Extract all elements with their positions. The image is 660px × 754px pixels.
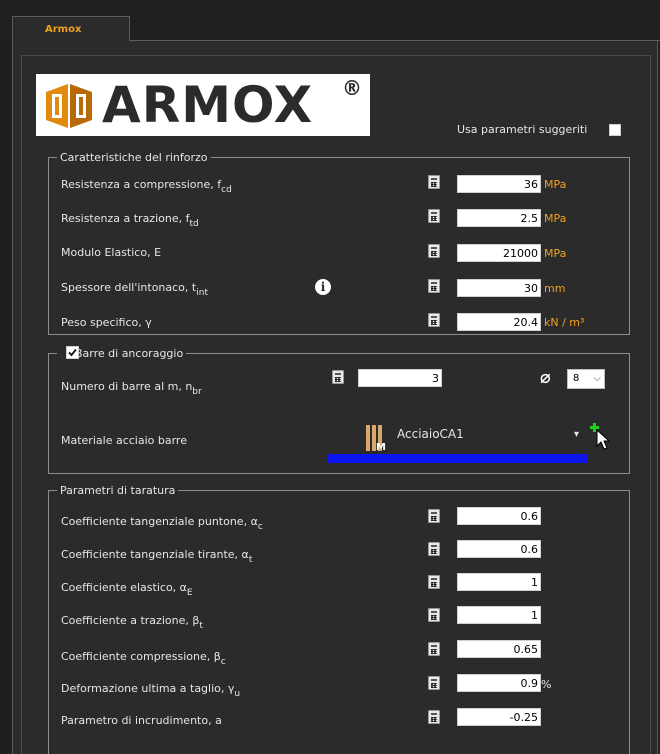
calculator-icon[interactable]	[428, 676, 440, 690]
calculator-icon[interactable]	[428, 710, 440, 724]
label-beta-t: Coefficiente a trazione, βt	[61, 614, 203, 631]
label-alpha-t: Coefficiente tangenziale tirante, αt	[61, 548, 253, 565]
material-icon-letter: M	[376, 442, 386, 451]
logo-mark-icon	[46, 84, 92, 128]
diameter-select[interactable]: 8 ⌵	[567, 369, 605, 389]
input-incrudimento[interactable]: -0.25	[457, 708, 541, 726]
unit-ftd: MPa	[544, 212, 567, 225]
tab-armox-label: Armox	[45, 24, 82, 35]
add-material-cursor-icon[interactable]	[589, 422, 613, 450]
logo-text: ARMOX	[102, 76, 314, 134]
calculator-icon[interactable]	[428, 509, 440, 523]
input-spessore[interactable]: 30	[457, 279, 541, 297]
unit-spessore: mm	[544, 282, 566, 295]
diameter-icon: ⌀	[540, 367, 551, 388]
label-numero-barre: Numero di barre al m, nbr	[61, 380, 202, 397]
label-incrudimento: Parametro di incrudimento, a	[61, 714, 222, 727]
barre-checkbox[interactable]	[66, 346, 79, 359]
materiale-color-bar	[328, 454, 587, 463]
armox-logo: ARMOX ®	[36, 74, 370, 136]
unit-peso: kN / m³	[544, 316, 585, 329]
input-modulo[interactable]: 21000	[457, 244, 541, 262]
label-alpha-c: Coefficiente tangenziale puntone, αc	[61, 515, 263, 532]
input-beta-t[interactable]: 1	[457, 606, 541, 624]
label-gamma-u: Deformazione ultima a taglio, γu	[61, 682, 241, 699]
suggest-params-label: Usa parametri suggeriti	[457, 123, 588, 136]
unit-gamma-u: %	[541, 678, 552, 691]
materiale-dropdown-arrow[interactable]: ▾	[574, 429, 579, 440]
logo-registered: ®	[342, 76, 362, 100]
label-beta-c: Coefficiente compressione, βc	[61, 650, 226, 667]
label-fcd: Resistenza a compressione, fcd	[61, 178, 232, 195]
chevron-down-icon: ⌵	[593, 373, 601, 384]
group-taratura-title: Parametri di taratura	[57, 484, 179, 497]
label-modulo: Modulo Elastico, E	[61, 246, 162, 259]
input-gamma-u[interactable]: 0.9	[457, 674, 541, 692]
input-alpha-e[interactable]: 1	[457, 573, 541, 591]
label-spessore: Spessore dell'intonaco, tint	[61, 281, 208, 298]
diameter-select-value: 8	[573, 373, 580, 384]
label-alpha-e: Coefficiente elastico, αE	[61, 581, 193, 598]
calculator-icon[interactable]	[428, 642, 440, 656]
label-materiale: Materiale acciaio barre	[61, 434, 187, 447]
input-fcd[interactable]: 36	[457, 175, 541, 193]
calculator-icon[interactable]	[428, 542, 440, 556]
calculator-icon[interactable]	[428, 244, 440, 258]
label-peso: Peso specifico, γ	[61, 316, 152, 329]
calculator-icon[interactable]	[332, 370, 344, 384]
input-beta-c[interactable]: 0.65	[457, 640, 541, 658]
unit-fcd: MPa	[544, 178, 567, 191]
materiale-select-value[interactable]: AcciaioCA1	[397, 427, 464, 441]
calculator-icon[interactable]	[428, 575, 440, 589]
info-icon[interactable]: i	[315, 279, 331, 295]
calculator-icon[interactable]	[428, 175, 440, 189]
material-bars-icon: M	[366, 425, 386, 451]
calculator-icon[interactable]	[428, 608, 440, 622]
checkmark-icon	[68, 348, 77, 357]
calculator-icon[interactable]	[428, 279, 440, 293]
calculator-icon[interactable]	[428, 209, 440, 223]
group-rinforzo-title: Caratteristiche del rinforzo	[57, 151, 211, 164]
input-numero-barre[interactable]: 3	[358, 369, 442, 387]
tab-armox[interactable]: Armox	[12, 16, 130, 42]
input-peso[interactable]: 20.4	[457, 313, 541, 331]
input-alpha-t[interactable]: 0.6	[457, 540, 541, 558]
label-ftd: Resistenza a trazione, ftd	[61, 212, 199, 229]
suggest-params-checkbox[interactable]	[609, 124, 621, 136]
unit-modulo: MPa	[544, 247, 567, 260]
input-ftd[interactable]: 2.5	[457, 209, 541, 227]
calculator-icon[interactable]	[428, 313, 440, 327]
input-alpha-c[interactable]: 0.6	[457, 507, 541, 525]
